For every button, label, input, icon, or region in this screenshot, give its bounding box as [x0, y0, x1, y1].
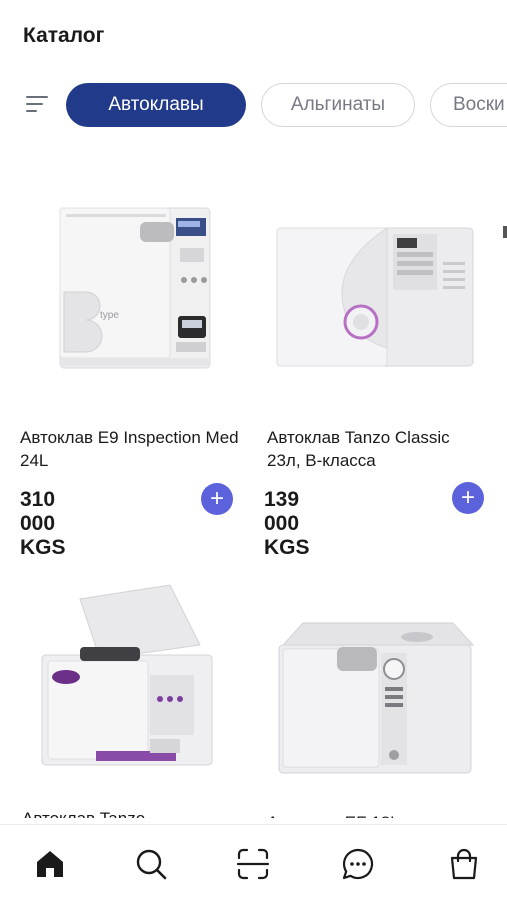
- autoclave-ef-image: [267, 575, 487, 790]
- chip-waxes[interactable]: Воски: [430, 83, 507, 127]
- chip-autoclaves[interactable]: Автоклавы: [66, 83, 246, 127]
- product-price: 139 000 KGS: [264, 488, 310, 559]
- plus-icon: +: [460, 484, 475, 511]
- search-icon[interactable]: [134, 847, 168, 881]
- chip-alginates[interactable]: Альгинаты: [261, 83, 415, 127]
- page-title: Каталог: [23, 24, 105, 47]
- autoclave-e9-image: type: [20, 188, 240, 403]
- next-card-edge: [503, 226, 507, 238]
- bottom-navigation: [0, 824, 507, 900]
- product-name[interactable]: Автоклав Tanzo Classic 23л, B-класса: [267, 426, 487, 472]
- product-name[interactable]: Автоклав E9 Inspection Med 24L: [20, 426, 240, 472]
- plus-icon: +: [209, 485, 224, 512]
- scan-icon[interactable]: [236, 847, 270, 881]
- svg-text:type: type: [100, 310, 119, 321]
- add-to-cart-button[interactable]: +: [452, 482, 484, 514]
- filter-lines-icon[interactable]: [26, 96, 50, 114]
- add-to-cart-button[interactable]: +: [201, 483, 233, 515]
- chat-icon[interactable]: [341, 847, 375, 881]
- autoclave-tanzo-classic-image: [267, 188, 487, 403]
- product-price: 310 000 KGS: [20, 488, 66, 559]
- home-icon[interactable]: [33, 847, 67, 881]
- cart-icon[interactable]: [447, 847, 481, 881]
- category-filter-bar: Автоклавы Альгинаты Воски: [0, 82, 507, 128]
- autoclave-tanzo-open-image: [20, 575, 240, 790]
